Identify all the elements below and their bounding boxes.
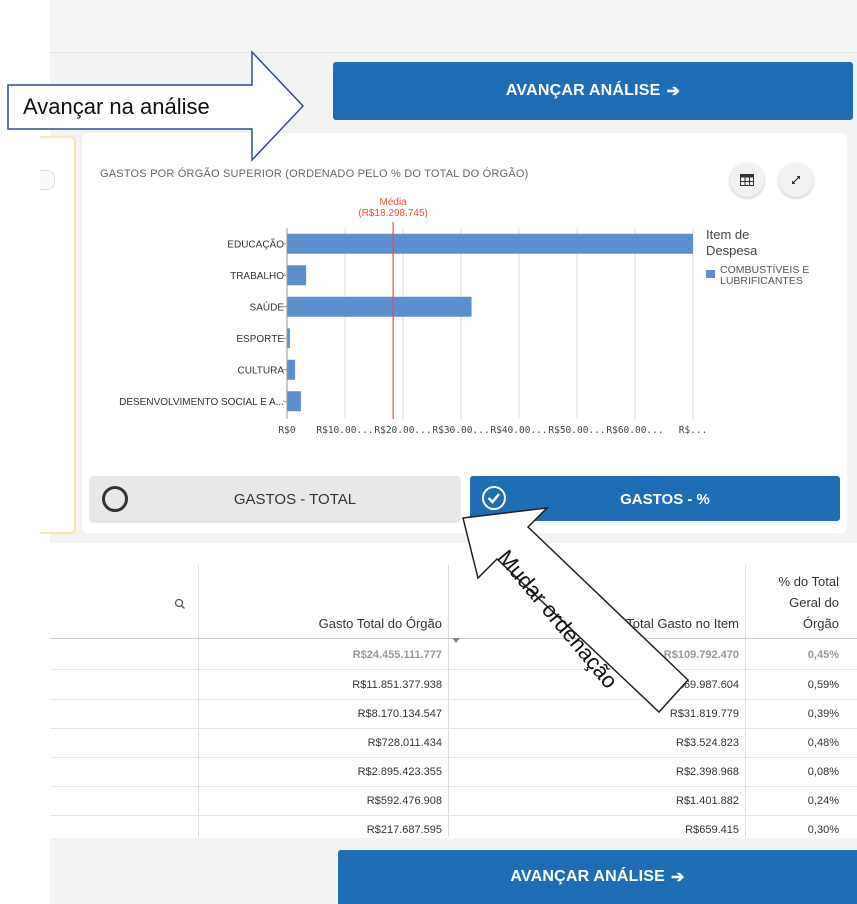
annotation-arrows xyxy=(7,50,690,714)
callout-arrow-up-left xyxy=(462,506,690,714)
advance-callout-text: Avançar na análise xyxy=(23,94,210,119)
